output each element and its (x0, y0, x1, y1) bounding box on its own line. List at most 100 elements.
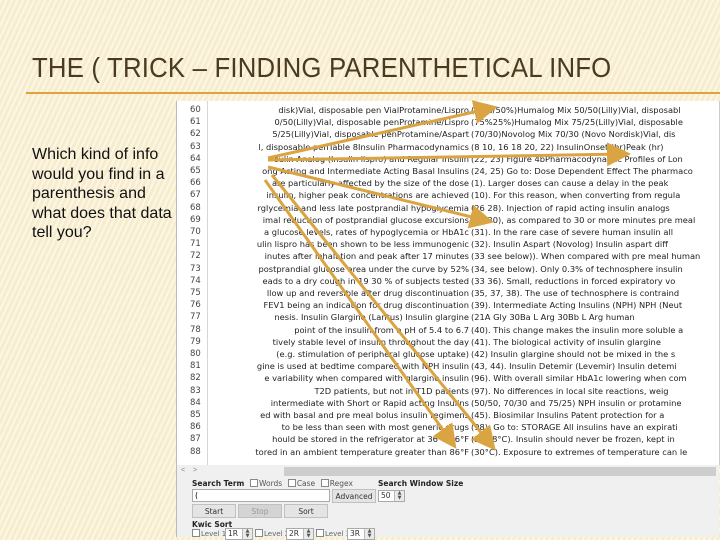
line-number: 60 (190, 105, 201, 115)
kwic-row[interactable]: postprandial glucose area under the curv… (207, 263, 719, 275)
kwic-row[interactable]: llow up and reversible after drug discon… (207, 287, 719, 299)
level1-value: 1R (228, 529, 238, 538)
line-number: 80 (190, 349, 201, 359)
kwic-row[interactable]: imal reduction of postprandial glucose e… (207, 214, 719, 226)
kwic-row[interactable]: (e.g. stimulation of peripheral glucose … (207, 348, 719, 360)
kwic-row[interactable]: are particularly affected by the size of… (207, 177, 719, 189)
kwic-row[interactable]: l, disposable penTable 8Insulin Pharmaco… (207, 141, 719, 153)
line-number: 68 (190, 202, 201, 213)
left-context: 0/50(Lilly)Vial, disposable penProtamine… (274, 117, 469, 128)
case-checkbox[interactable]: Case (287, 479, 316, 488)
case-label: Case (296, 479, 316, 488)
title-underline (26, 92, 720, 94)
left-context: rglycemia and less late postprandial hyp… (257, 202, 469, 213)
left-context: intermediate with Short or Rapid acting … (270, 397, 469, 408)
kwic-row[interactable]: a glucose levels, rates of hypoglycemia … (207, 226, 719, 238)
checkbox-icon (287, 479, 296, 487)
kwic-row[interactable]: to be less than seen with most generic d… (207, 421, 719, 433)
kwic-row[interactable]: inutes after inhalation and peak after 1… (207, 250, 719, 262)
search-window-size-spinner[interactable]: 50 ▲ ▼ (378, 490, 405, 502)
slide-title: THE ( TRICK – FINDING PARENTHETICAL INFO (32, 52, 612, 83)
kwic-row[interactable]: ed with basal and pre meal bolus insulin… (207, 409, 719, 421)
kwic-row[interactable]: T2D patients, but not in T1D patients (97… (207, 385, 719, 397)
left-context: ulin lispro has been shown to be less im… (256, 239, 469, 250)
regex-label: Regex (329, 479, 353, 488)
kwic-row[interactable]: ong Acting and Intermediate Acting Basal… (207, 165, 719, 177)
left-context: hould be stored in the refrigerator at 3… (272, 434, 469, 445)
left-context: a glucose levels, rates of hypoglycemia … (264, 227, 469, 237)
kwic-row[interactable]: tively stable level of insulin throughou… (207, 336, 719, 348)
kwic-row[interactable]: tored in an ambient temperature greater … (207, 446, 719, 458)
kwic-row[interactable]: 0/50(Lilly)Vial, disposable penProtamine… (207, 116, 719, 128)
checkbox-icon (255, 529, 263, 537)
line-number: 87 (190, 434, 201, 445)
sort-button[interactable]: Sort (284, 504, 328, 518)
level2-spinner[interactable]: 2R ▲ ▼ (286, 528, 314, 540)
line-number: 83 (190, 385, 201, 396)
level1-spinner[interactable]: 1R ▲ ▼ (225, 528, 253, 540)
concordance-window: 60 61 62 63 64 65 66 67 68 69 70 71 72 73 74 75 76 77 78 79… (176, 101, 720, 540)
kwic-row[interactable]: point of the insulin from a pH of 5.4 to… (207, 324, 719, 336)
kwic-row[interactable]: FEV1 being an indication for drug discon… (207, 299, 719, 311)
line-number: 64 (190, 153, 201, 164)
left-context: T2D patients, but not in T1D patients (314, 385, 469, 396)
horizontal-scrollbar[interactable]: < > (177, 465, 719, 477)
kwic-row[interactable]: ulin lispro has been shown to be less im… (207, 238, 719, 250)
left-context: insulin, higher peak concentrations are … (266, 190, 470, 201)
keyword-right-context: (29,30), as compared to 30 or more minut… (471, 214, 696, 225)
spinner-arrows-icon[interactable]: ▲ ▼ (394, 491, 404, 501)
line-number: 65 (190, 166, 201, 176)
level1-checkbox[interactable]: Level 1 (192, 529, 226, 538)
kwic-row[interactable]: e variability when compared with glargin… (207, 372, 719, 384)
words-checkbox[interactable]: Words (250, 479, 282, 488)
spinner-arrows-icon[interactable]: ▲ ▼ (364, 529, 374, 539)
kwic-row[interactable]: gine is used at bedtime compared with NP… (207, 360, 719, 372)
line-number: 61 (190, 117, 201, 128)
kwic-row[interactable]: rglycemia and less late postprandial hyp… (207, 202, 719, 214)
keyword-right-context: (26 28). Injection of rapid acting insul… (471, 202, 670, 213)
keyword-right-context: (22, 23) Figure 4bPharmacodynamic Profil… (471, 153, 683, 164)
regex-checkbox[interactable]: Regex (320, 479, 353, 488)
spinner-arrows-icon[interactable]: ▲ ▼ (303, 529, 313, 539)
keyword-right-context: (21A Gly 30Ba L Arg 30Bb L Arg human (471, 312, 635, 323)
keyword-right-context: (30°C). Exposure to extremes of temperat… (471, 446, 688, 457)
line-number: 72 (190, 251, 201, 262)
keyword-right-context: (1). Larger doses can cause a delay in t… (471, 178, 669, 189)
scroll-left-arrow-icon[interactable]: < (181, 465, 185, 477)
kwic-row[interactable]: 5/25(Lilly)Vial, disposable penProtamine… (207, 128, 719, 140)
line-number: 81 (190, 361, 201, 372)
checkbox-icon (316, 529, 324, 537)
keyword-right-context: (97). No differences in local site react… (471, 385, 669, 396)
checkbox-icon (250, 479, 258, 487)
level3-checkbox[interactable]: Level 3 (316, 529, 350, 538)
left-context: sulin Analog (Insulin lispro) and Regula… (274, 153, 469, 164)
kwic-row[interactable]: insulin, higher peak concentrations are … (207, 189, 719, 201)
line-number: 69 (190, 214, 201, 225)
spinner-arrows-icon[interactable]: ▲ ▼ (242, 529, 252, 539)
left-context: llow up and reversible after drug discon… (266, 288, 469, 298)
line-number: 62 (190, 129, 201, 140)
line-number: 75 (190, 288, 201, 298)
left-context: 5/25(Lilly)Vial, disposable penProtamine… (272, 129, 469, 140)
left-context: gine is used at bedtime compared with NP… (256, 361, 469, 372)
kwic-row[interactable]: disk)Vial, disposable pen VialProtamine/… (207, 104, 719, 116)
kwic-row[interactable]: intermediate with Short or Rapid acting … (207, 397, 719, 409)
start-button[interactable]: Start (192, 504, 236, 518)
search-window-size-label: Search Window Size (378, 479, 464, 488)
search-term-input[interactable] (192, 489, 330, 502)
scroll-right-arrow-icon[interactable]: > (193, 465, 197, 477)
stop-button[interactable]: Stop (238, 504, 282, 518)
kwic-row[interactable]: nesis. Insulin Glargine (Lantus) Insulin… (207, 311, 719, 323)
level3-spinner[interactable]: 3R ▲ ▼ (347, 528, 375, 540)
level2-checkbox[interactable]: Level 2 (255, 529, 289, 538)
advanced-button[interactable]: Advanced (332, 489, 376, 503)
line-number: 84 (190, 397, 201, 408)
search-term-row: Search Term Words Case Regex (192, 479, 353, 488)
kwic-row[interactable]: hould be stored in the refrigerator at 3… (207, 433, 719, 445)
line-number: 71 (190, 239, 201, 250)
kwic-row[interactable]: sulin Analog (Insulin lispro) and Regula… (207, 153, 719, 165)
line-number: 78 (190, 324, 201, 335)
kwic-row[interactable]: eads to a dry cough in 19 30 % of subjec… (207, 275, 719, 287)
keyword-right-context: (31). In the rare case of severe human i… (471, 227, 674, 237)
scrollbar-thumb[interactable] (284, 467, 716, 476)
